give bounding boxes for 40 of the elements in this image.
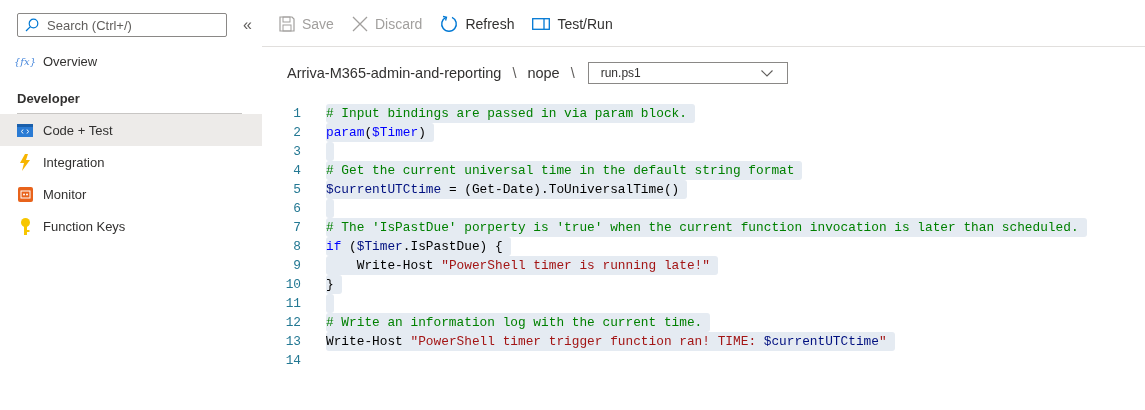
code-window-icon: [17, 123, 33, 137]
line-number: 12: [284, 315, 301, 330]
sidebar-item[interactable]: Function Keys: [0, 210, 262, 242]
lightning-icon: [19, 153, 31, 171]
line-number: 2: [292, 125, 301, 140]
line-number: 13: [284, 334, 301, 349]
sidebar-item[interactable]: Monitor: [0, 178, 262, 210]
line-number: 1: [292, 106, 301, 121]
line-number: 4: [292, 163, 301, 178]
search-icon: [25, 18, 39, 32]
line-number: 11: [284, 296, 301, 311]
panel-icon: [532, 17, 551, 30]
sidebar-item[interactable]: Integration: [0, 146, 262, 178]
section-heading: Developer: [17, 91, 80, 106]
toolbar-button[interactable]: Refresh: [440, 12, 515, 35]
breadcrumb-separator: \: [511, 65, 518, 81]
sidebar-item[interactable]: {fx} Overview: [0, 45, 262, 77]
line-number: 14: [284, 353, 301, 368]
line-number: 8: [292, 239, 301, 254]
key-icon: [19, 217, 31, 235]
monitor-icon: [17, 186, 33, 202]
line-number: 3: [292, 144, 301, 159]
close-icon: [351, 15, 368, 32]
line-number: 9: [292, 258, 301, 273]
file-dropdown[interactable]: run.ps1: [587, 62, 788, 84]
toolbar-button[interactable]: Test/Run: [532, 13, 613, 34]
breadcrumb-link[interactable]: Arriva-M365-admin-and-reporting: [287, 65, 502, 81]
breadcrumb-link[interactable]: nope: [527, 65, 560, 81]
line-number: 10: [284, 277, 301, 292]
collapse-button[interactable]: «: [243, 16, 252, 34]
line-number: 6: [292, 201, 301, 216]
save-icon: [279, 15, 295, 32]
refresh-icon: [440, 14, 459, 33]
line-number: 5: [292, 182, 301, 197]
line-number: 7: [292, 220, 301, 235]
function-icon: {fx}: [13, 55, 37, 67]
search-field[interactable]: Search (Ctrl+/): [17, 13, 227, 37]
sidebar-item[interactable]: Code + Test: [0, 114, 262, 146]
chevron-down-icon: [760, 69, 773, 77]
breadcrumb-separator: \: [569, 65, 576, 81]
